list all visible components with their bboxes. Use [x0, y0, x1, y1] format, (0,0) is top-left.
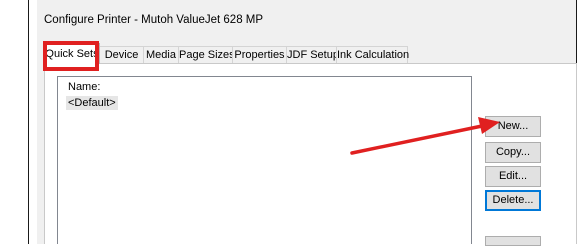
- pointer-arrow-icon: [350, 117, 500, 155]
